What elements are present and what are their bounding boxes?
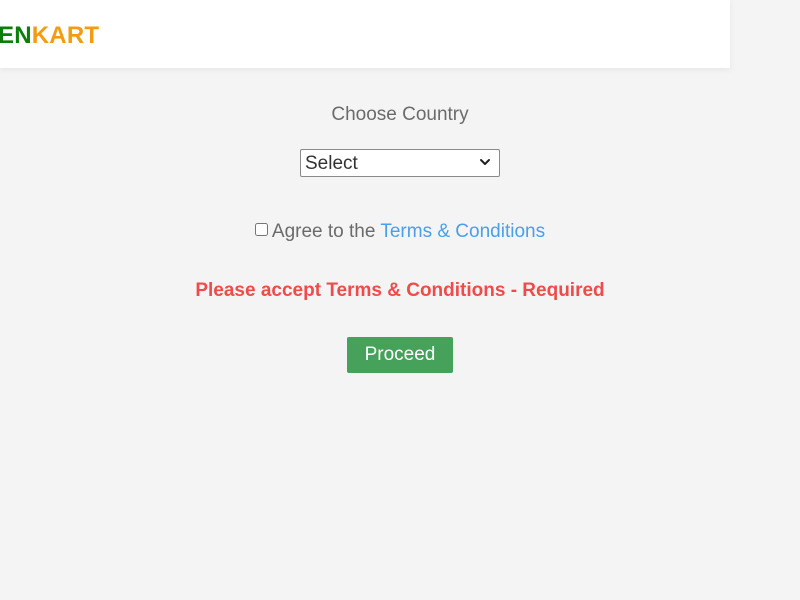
terms-checkbox[interactable] xyxy=(254,223,268,236)
proceed-button[interactable]: Proceed xyxy=(347,337,453,373)
agree-label: Agree to the xyxy=(271,221,381,242)
terms-error-message: Please accept Terms & Conditions - Requi… xyxy=(195,280,605,301)
logo-text-orange: KART xyxy=(31,22,100,49)
country-select[interactable]: Select xyxy=(300,149,500,177)
choose-country-label: Choose Country xyxy=(331,104,469,125)
terms-conditions-link[interactable]: Terms & Conditions xyxy=(380,221,545,242)
terms-agreement-row: Agree to the Terms & Conditions xyxy=(0,219,800,245)
site-logo[interactable]: ENKART xyxy=(0,22,99,50)
logo-text-green: EN xyxy=(0,22,32,49)
header-bar: ENKART xyxy=(0,0,730,68)
